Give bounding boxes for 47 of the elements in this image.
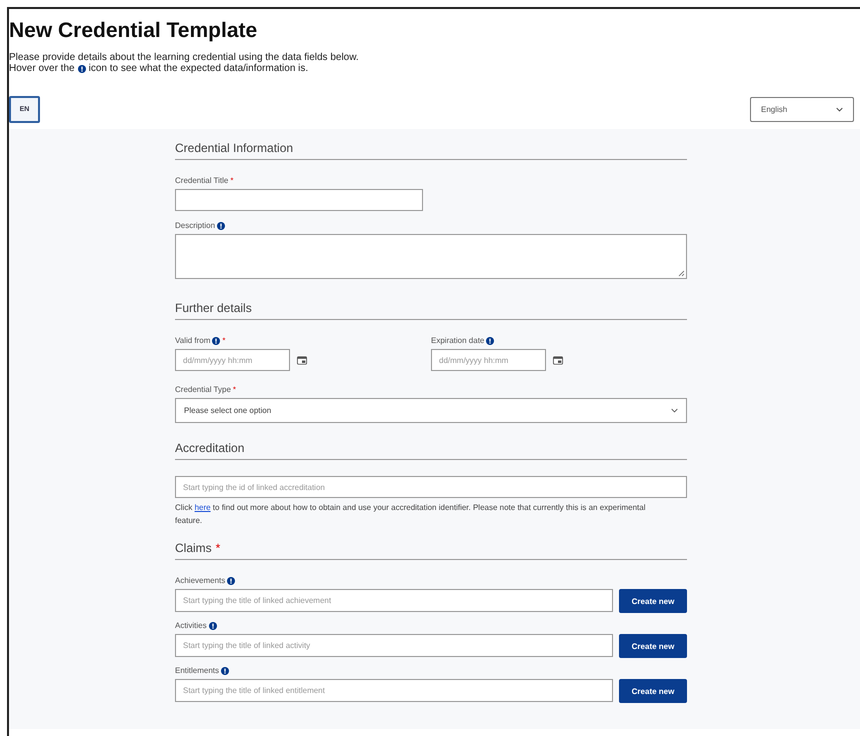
section-heading: Further details (175, 301, 252, 315)
linked-field[interactable]: Start typing the title of linked activity (175, 634, 613, 657)
required-mark: * (222, 336, 226, 345)
create-new-button[interactable]: Create new (619, 679, 687, 703)
field-label: Activities (175, 621, 207, 630)
info-icon (78, 64, 86, 72)
create-new-button[interactable]: Create new (619, 589, 687, 613)
field-label: Description (175, 221, 216, 230)
info-icon (208, 622, 217, 630)
info-icon (486, 336, 494, 344)
date-field[interactable]: dd/mm/yyyy hh:mm (175, 349, 290, 371)
language-select[interactable]: English (750, 97, 854, 122)
info-icon (212, 336, 220, 344)
field-label: Credential Type (175, 385, 231, 394)
section-heading: Claims (175, 541, 212, 555)
calendar-icon[interactable] (553, 356, 563, 365)
intro-text: Hover over the (9, 63, 75, 74)
required-mark: * (230, 176, 234, 185)
field-label: Achievements (175, 576, 226, 585)
create-new-button[interactable]: Create new (619, 634, 687, 658)
resize-handle-icon[interactable] (677, 269, 685, 277)
credential-type-select[interactable]: Please select one option (175, 398, 687, 423)
field-label: Expiration date (431, 336, 484, 345)
title-field[interactable] (175, 189, 423, 211)
chevron-down-icon (836, 107, 843, 112)
field-label: Valid from (175, 336, 210, 345)
section-heading: Credential Information (175, 141, 294, 155)
help-text: Click here to find out more about how to obtain and use your accreditation identifier. Please note that currently this is an experimental feature. (175, 502, 646, 527)
accreditation-field[interactable]: Start typing the id of linked accreditation (175, 476, 687, 498)
linked-field[interactable]: Start typing the title of linked achievement (175, 589, 613, 612)
help-link[interactable]: here (194, 503, 211, 512)
intro-text: icon to see what the expected data/information is. (88, 63, 308, 74)
field-label: Credential Title (175, 176, 228, 185)
date-field[interactable]: dd/mm/yyyy hh:mm (431, 349, 546, 371)
description-field[interactable] (175, 234, 687, 279)
required-mark: * (232, 385, 236, 394)
page-title: New Credential Template (9, 19, 258, 43)
required-mark: * (216, 541, 220, 555)
info-icon (217, 222, 226, 230)
info-icon (221, 666, 230, 674)
calendar-icon[interactable] (297, 356, 307, 365)
field-label: Entitlements (175, 666, 220, 675)
info-icon (227, 576, 236, 584)
linked-field[interactable]: Start typing the title of linked entitlement (175, 679, 613, 702)
section-heading: Accreditation (175, 441, 244, 455)
intro-text: Please provide details about the learning credential using the data fields below. (9, 52, 360, 63)
chevron-down-icon (671, 408, 678, 413)
